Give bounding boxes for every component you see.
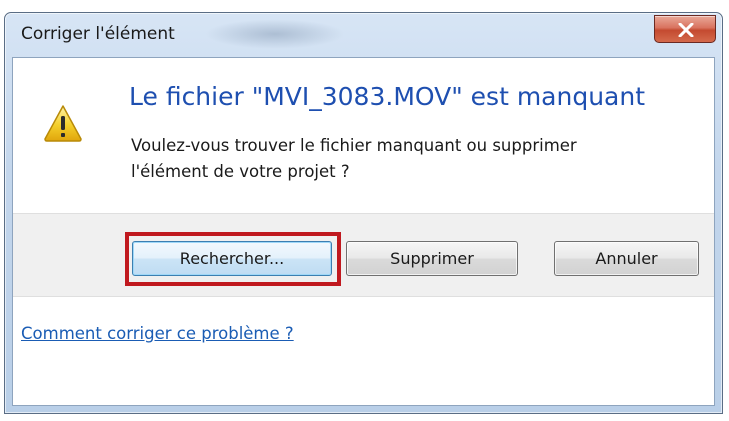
close-x-icon xyxy=(678,23,694,37)
close-button[interactable] xyxy=(654,15,716,43)
message-line-2: l'élément de votre projet ? xyxy=(131,162,350,181)
message-text: Voulez-vous trouver le fichier manquant … xyxy=(131,133,711,185)
dialog-content: Le fichier "MVI_3083.MOV" est manquant V… xyxy=(12,57,715,406)
delete-button[interactable]: Supprimer xyxy=(346,241,518,276)
help-link[interactable]: Comment corriger ce problème ? xyxy=(21,324,294,343)
main-instruction: Le fichier "MVI_3083.MOV" est manquant xyxy=(129,82,646,111)
title-bar-glow xyxy=(205,19,345,49)
message-line-1: Voulez-vous trouver le fichier manquant … xyxy=(131,136,577,155)
title-bar[interactable]: Corriger l'élément xyxy=(5,13,722,57)
cancel-button[interactable]: Annuler xyxy=(554,241,699,276)
window-title: Corriger l'élément xyxy=(21,24,175,44)
dialog-window: Corriger l'élément Le fichier "MVI_3083.… xyxy=(4,12,723,414)
button-bar: Rechercher... Supprimer Annuler xyxy=(13,213,714,297)
warning-icon xyxy=(44,105,82,142)
highlight-annotation xyxy=(125,232,341,286)
